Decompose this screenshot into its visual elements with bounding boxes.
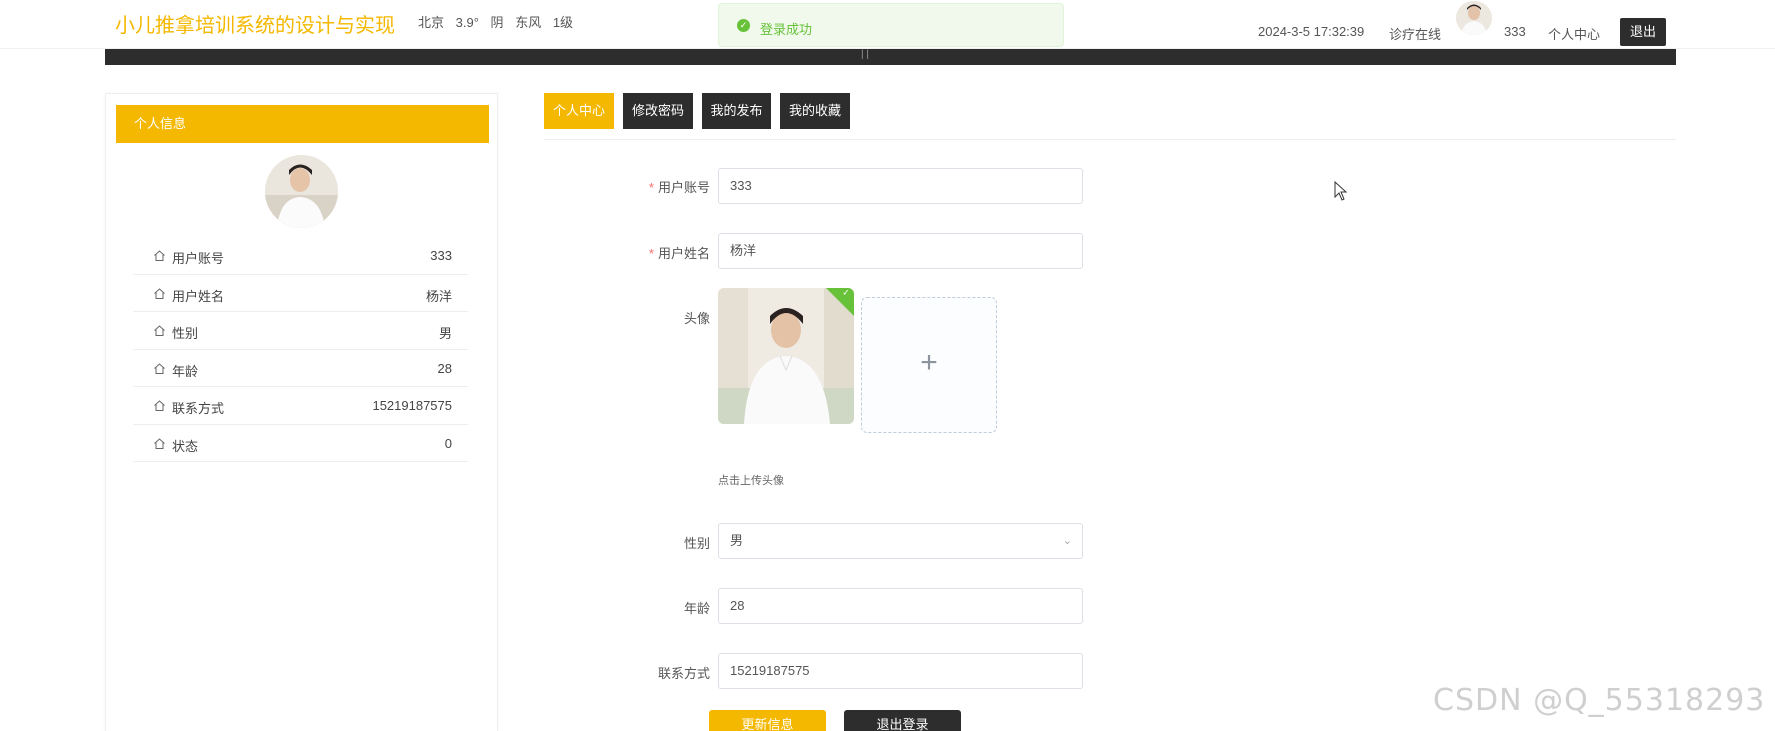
- info-row-name: 用户姓名 杨洋: [133, 275, 468, 312]
- user-avatar[interactable]: [1456, 1, 1492, 35]
- tabs-divider: [544, 139, 1676, 140]
- phone-label: 联系方式: [657, 666, 710, 681]
- home-icon: [154, 325, 165, 336]
- info-label: 性别: [172, 326, 199, 341]
- tab-personal-center[interactable]: 个人中心: [544, 93, 614, 129]
- avatar-upload-hint: 点击上传头像: [718, 475, 784, 487]
- profile-avatar: [265, 155, 338, 228]
- required-mark: *: [648, 180, 654, 195]
- info-row-age: 年龄 28: [133, 350, 468, 387]
- info-value: 333: [430, 248, 452, 263]
- check-circle-icon: ✓: [737, 19, 750, 32]
- watermark: CSDN @Q_55318293: [1433, 683, 1766, 718]
- weather-level: 1级: [552, 15, 574, 30]
- chevron-down-icon: ⌄: [1062, 535, 1072, 547]
- info-value: 28: [437, 360, 452, 376]
- nav-bar: | |: [105, 49, 1676, 65]
- home-icon: [154, 362, 165, 374]
- logout-account-button[interactable]: 退出登录: [844, 710, 961, 731]
- account-input[interactable]: 333: [718, 168, 1083, 204]
- tab-my-posts[interactable]: 我的发布: [702, 93, 771, 129]
- gender-select[interactable]: 男 ⌄: [718, 523, 1083, 559]
- tab-my-favorites[interactable]: 我的收藏: [780, 93, 850, 129]
- top-username: 333: [1504, 24, 1526, 39]
- sidebar-title: 个人信息: [116, 105, 489, 143]
- account-label-text: 用户账号: [657, 180, 710, 195]
- plus-icon: +: [920, 346, 938, 379]
- toast-message: 登录成功: [760, 22, 813, 37]
- info-value: 杨洋: [425, 288, 452, 304]
- weather-info: 北京 3.9° 阴 东风 1级: [418, 12, 581, 31]
- info-row-account: 用户账号 333: [133, 237, 468, 275]
- name-label: * 用户姓名: [600, 243, 710, 262]
- avatar-thumbnail[interactable]: ✓: [718, 288, 854, 424]
- home-icon: [154, 250, 165, 261]
- success-toast: ✓ 登录成功: [718, 3, 1064, 47]
- info-label: 用户姓名: [172, 288, 225, 304]
- weather-temp: 3.9°: [455, 15, 479, 30]
- home-icon: [154, 400, 165, 411]
- home-icon: [154, 287, 165, 299]
- info-label: 年龄: [172, 363, 199, 379]
- tab-change-password[interactable]: 修改密码: [623, 93, 693, 129]
- check-icon: ✓: [842, 288, 850, 298]
- info-label: 联系方式: [172, 401, 225, 416]
- update-info-button[interactable]: 更新信息: [709, 710, 826, 731]
- online-label[interactable]: 诊疗在线: [1389, 24, 1441, 43]
- info-value: 男: [438, 326, 452, 341]
- phone-input[interactable]: 15219187575: [718, 653, 1083, 689]
- profile-info-list: 用户账号 333 用户姓名 杨洋 性别 男 年龄 28 联系方式 1521918…: [133, 237, 468, 462]
- avatar-upload-button[interactable]: +: [861, 297, 997, 433]
- top-bar: 小儿推拿培训系统的设计与实现 北京 3.9° 阴 东风 1级 ✓ 登录成功 20…: [0, 0, 1775, 49]
- info-label: 状态: [172, 438, 199, 454]
- gender-label: 性别: [683, 536, 710, 551]
- info-value: 0: [444, 435, 452, 451]
- current-datetime: 2024-3-5 17:32:39: [1258, 24, 1365, 39]
- logout-button[interactable]: 退出: [1620, 18, 1666, 46]
- site-title[interactable]: 小儿推拿培训系统的设计与实现: [115, 9, 395, 38]
- weather-condition: 阴: [490, 15, 504, 30]
- info-row-phone: 联系方式 15219187575: [133, 387, 468, 425]
- info-row-gender: 性别 男: [133, 312, 468, 350]
- age-label: 年龄: [683, 601, 710, 616]
- mouse-cursor-icon: [1334, 181, 1348, 201]
- personal-center-link[interactable]: 个人中心: [1548, 24, 1600, 43]
- info-row-status: 状态 0: [133, 425, 468, 462]
- home-icon: [154, 437, 165, 449]
- info-value: 15219187575: [372, 398, 452, 413]
- age-input[interactable]: 28: [718, 588, 1083, 624]
- weather-city: 北京: [418, 15, 445, 30]
- name-input[interactable]: 杨洋: [718, 233, 1083, 269]
- required-mark: *: [648, 246, 654, 261]
- profile-sidebar: 个人信息 用户账号 333 用户姓名 杨洋 性别 男 年龄 28 联系方式 15…: [105, 93, 498, 731]
- info-label: 用户账号: [172, 251, 225, 266]
- nav-bar-marker: | |: [861, 49, 869, 60]
- account-label: * 用户账号: [600, 177, 710, 196]
- weather-wind: 东风: [515, 15, 542, 30]
- avatar-label: 头像: [683, 311, 710, 326]
- gender-value: 男: [730, 533, 744, 548]
- name-label-text: 用户姓名: [657, 246, 710, 261]
